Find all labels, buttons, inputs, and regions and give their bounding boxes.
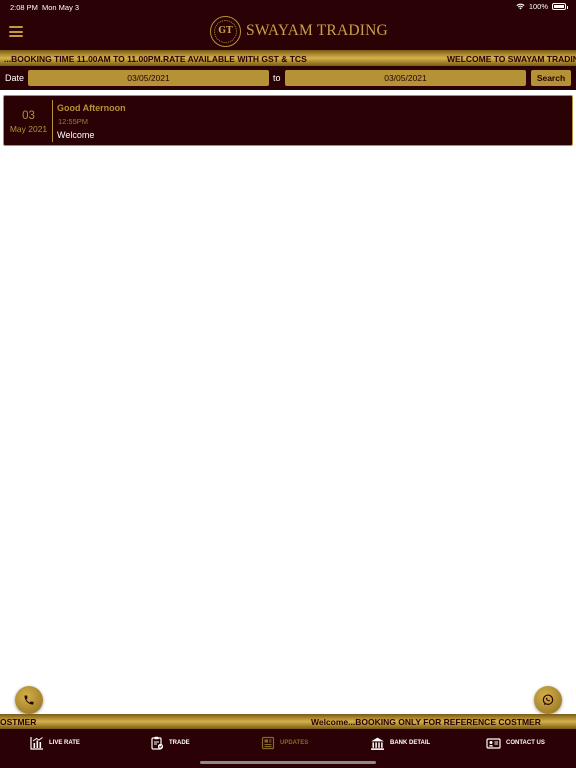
ticker-text: ...BOOKING TIME 11.00AM TO 11.00PM.RATE … (4, 53, 307, 64)
clipboard-icon (151, 736, 164, 750)
tab-live-rate[interactable]: LIVE RATE (30, 735, 80, 751)
tab-trade[interactable]: TRADE (150, 735, 190, 751)
status-date: Mon May 3 (42, 3, 80, 12)
search-button[interactable]: Search (531, 70, 571, 86)
battery-percent: 100% (528, 2, 548, 11)
update-month-year: May 2021 (9, 124, 48, 134)
app-header: GT SWAYAM TRADING (0, 14, 576, 50)
date-label: Date (5, 73, 25, 83)
tab-label: UPDATES (280, 740, 309, 746)
bank-icon (371, 737, 384, 750)
newspaper-icon (261, 736, 275, 750)
tab-updates[interactable]: UPDATES (261, 735, 308, 751)
wifi-icon (516, 3, 525, 10)
chart-icon (30, 737, 43, 750)
contact-card-icon (486, 737, 501, 749)
update-day: 03 (22, 110, 35, 122)
status-indicators: 100% (516, 2, 568, 11)
emblem-text: GT (218, 26, 233, 36)
emblem-icon: GT (210, 15, 241, 47)
news-ticker-top: ...BOOKING TIME 11.00AM TO 11.00PM.RATE … (0, 50, 576, 66)
brand-logo: GT SWAYAM TRADING (210, 15, 388, 47)
update-card[interactable]: 03 May 2021 Good Afternoon 12:55PM Welco… (3, 95, 573, 146)
news-ticker-bottom: OSTMER Welcome...BOOKING ONLY FOR REFERE… (0, 714, 576, 729)
update-time: 12:55PM (58, 117, 89, 126)
tab-label: TRADE (169, 740, 190, 746)
to-label: to (273, 73, 281, 83)
card-divider (52, 100, 53, 142)
tab-contact-us[interactable]: CONTACT US (486, 735, 545, 751)
home-indicator[interactable] (200, 761, 376, 764)
ticker-text-tail: OSTMER (0, 717, 37, 727)
battery-icon (552, 3, 568, 10)
brand-title: SWAYAM TRADING (246, 22, 388, 39)
whatsapp-icon (542, 694, 554, 706)
date-filter-bar: Date 03/05/2021 to 03/05/2021 Search (0, 66, 576, 90)
status-bar: 2:08 PM Mon May 3 100% (0, 0, 576, 14)
update-message: Welcome (57, 130, 95, 140)
call-button[interactable] (15, 686, 43, 714)
whatsapp-button[interactable] (534, 686, 562, 714)
tab-label: BANK DETAIL (390, 740, 431, 746)
tab-label: LIVE RATE (49, 740, 80, 746)
update-greeting: Good Afternoon (57, 103, 126, 113)
phone-icon (24, 695, 34, 705)
from-date-field[interactable]: 03/05/2021 (28, 70, 269, 86)
ticker-text: Welcome...BOOKING ONLY FOR REFERENCE COS… (311, 717, 541, 727)
to-date-field[interactable]: 03/05/2021 (285, 70, 526, 86)
status-time: 2:08 PM (10, 3, 38, 12)
hamburger-icon[interactable] (9, 26, 23, 37)
tab-label: CONTACT US (506, 740, 545, 746)
ticker-text-welcome: WELCOME TO SWAYAM TRADING (447, 53, 576, 64)
tab-bank-detail[interactable]: BANK DETAIL (370, 735, 430, 751)
